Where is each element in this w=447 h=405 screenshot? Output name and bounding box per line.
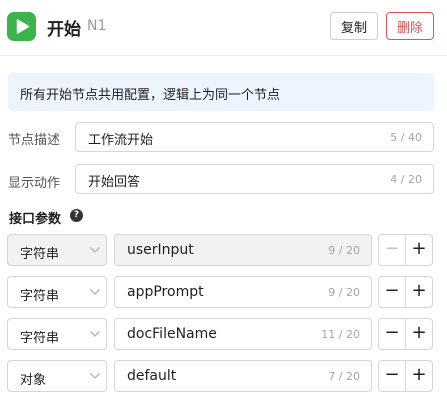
param-type-select[interactable]: 字符串 xyxy=(7,276,107,308)
param-type-select[interactable]: 字符串 xyxy=(7,318,107,350)
param-name-value: userInput xyxy=(127,242,194,258)
param-type-select[interactable]: 字符串 xyxy=(7,234,107,266)
param-name-input[interactable]: docFileName 11 / 20 xyxy=(114,318,372,350)
remove-param-button[interactable]: − xyxy=(378,360,406,392)
add-param-button[interactable]: + xyxy=(405,360,433,392)
chevron-down-icon xyxy=(90,247,100,253)
node-id: N1 xyxy=(87,18,107,34)
param-name-count: 9 / 20 xyxy=(328,286,360,299)
param-name-value: default xyxy=(127,368,177,384)
display-action-value: 开始回答 xyxy=(88,175,141,190)
node-description-value: 工作流开始 xyxy=(88,133,154,148)
node-description-label: 节点描述 xyxy=(8,133,61,148)
add-param-button[interactable]: + xyxy=(405,318,433,350)
node-header: 开始 N1 复制 删除 xyxy=(0,0,447,56)
remove-param-button[interactable]: − xyxy=(378,234,406,266)
param-type-label: 字符串 xyxy=(20,247,60,262)
chevron-down-icon xyxy=(90,373,100,379)
param-type-select[interactable]: 对象 xyxy=(7,360,107,392)
param-name-value: appPrompt xyxy=(127,284,204,300)
param-row: 字符串 appPrompt 9 / 20 − + xyxy=(0,276,447,308)
param-row: 字符串 docFileName 11 / 20 − + xyxy=(0,318,447,350)
add-param-button[interactable]: + xyxy=(405,276,433,308)
interface-params-title: 接口参数 xyxy=(9,212,62,227)
help-icon[interactable]: ? xyxy=(70,209,83,222)
remove-param-button[interactable]: − xyxy=(378,318,406,350)
param-row: 字符串 userInput 9 / 20 − + xyxy=(0,234,447,266)
add-param-button[interactable]: + xyxy=(405,234,433,266)
node-title: 开始 xyxy=(47,20,81,40)
display-action-input[interactable]: 开始回答 4 / 20 xyxy=(75,164,434,194)
node-description-input[interactable]: 工作流开始 5 / 40 xyxy=(75,122,434,152)
param-name-count: 11 / 20 xyxy=(321,328,360,341)
info-banner: 所有开始节点共用配置，逻辑上为同一个节点 xyxy=(8,73,434,111)
param-name-count: 7 / 20 xyxy=(328,370,360,383)
remove-param-button[interactable]: − xyxy=(378,276,406,308)
param-row: 对象 default 7 / 20 − + xyxy=(0,360,447,392)
info-text: 所有开始节点共用配置，逻辑上为同一个节点 xyxy=(20,88,281,103)
param-name-input[interactable]: appPrompt 9 / 20 xyxy=(114,276,372,308)
copy-button[interactable]: 复制 xyxy=(330,12,378,40)
delete-button[interactable]: 删除 xyxy=(386,12,434,40)
param-name-count: 9 / 20 xyxy=(328,244,360,257)
node-description-count: 5 / 40 xyxy=(390,131,422,144)
play-icon xyxy=(7,12,36,41)
display-action-count: 4 / 20 xyxy=(390,173,422,186)
display-action-label: 显示动作 xyxy=(8,176,61,191)
param-type-label: 对象 xyxy=(20,373,47,388)
param-name-input[interactable]: userInput 9 / 20 xyxy=(114,234,372,266)
param-type-label: 字符串 xyxy=(20,289,60,304)
param-type-label: 字符串 xyxy=(20,331,60,346)
chevron-down-icon xyxy=(90,289,100,295)
chevron-down-icon xyxy=(90,331,100,337)
param-name-input[interactable]: default 7 / 20 xyxy=(114,360,372,392)
param-name-value: docFileName xyxy=(127,326,217,342)
